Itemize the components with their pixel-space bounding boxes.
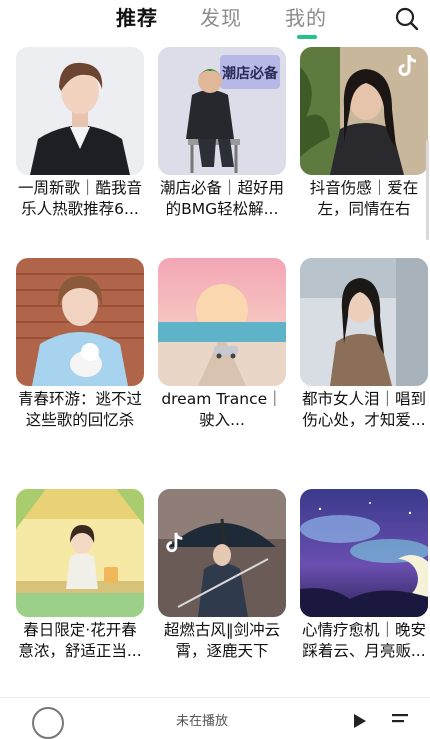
tab-mine[interactable]: 我的 — [285, 5, 327, 31]
tab-indicator — [297, 35, 317, 39]
playlist-icon[interactable] — [392, 712, 414, 726]
playlist-card[interactable]: 春日限定·花开春意浓，舒适正当... — [16, 489, 144, 662]
playlist-card[interactable]: 抖音伤感｜爱在左，同情在右 — [300, 47, 428, 220]
playlist-title: 都市女人泪｜唱到伤心处，才知爱... — [301, 390, 426, 429]
playlist-cover-image — [158, 258, 286, 386]
playlist-cover-image — [16, 258, 144, 386]
playlist-title: 一周新歌｜酷我音乐人热歌推荐6... — [17, 179, 142, 218]
playlist-card[interactable]: 超燃古风‖剑冲云霄，逐鹿天下 — [158, 489, 286, 662]
playlist-title: 春日限定·花开春意浓，舒适正当... — [18, 621, 142, 660]
playlist-title: 超燃古风‖剑冲云霄，逐鹿天下 — [163, 621, 281, 660]
playlist-cover-image — [300, 489, 428, 617]
playlist-card[interactable]: dream Trance｜驶入... — [158, 258, 286, 431]
playlist-title: 潮店必备｜超好用的BMG轻松解... — [159, 179, 284, 218]
playlist-title: 青春环游：逃不过这些歌的回忆杀 — [17, 390, 142, 429]
playlist-card[interactable]: 都市女人泪｜唱到伤心处，才知爱... — [300, 258, 428, 431]
playlist-title: 心情疗愈机｜晚安踩着云、月亮贩... — [301, 621, 426, 660]
playlist-card[interactable]: 潮店必备 潮店必备｜超好用的BMG轻松解... — [158, 47, 286, 220]
mini-player[interactable]: 未在播放 — [0, 697, 430, 739]
playlist-cover-image — [16, 47, 144, 175]
playlist-card[interactable]: 心情疗愈机｜晚安踩着云、月亮贩... — [300, 489, 428, 662]
tiktok-icon — [166, 532, 183, 553]
top-tab-bar: 推荐 发现 我的 — [0, 0, 430, 40]
cover-text: 潮店必备 — [222, 65, 279, 82]
playlist-card[interactable]: 一周新歌｜酷我音乐人热歌推荐6... — [16, 47, 144, 220]
play-icon[interactable] — [350, 712, 368, 730]
playlist-title: 抖音伤感｜爱在左，同情在右 — [309, 179, 419, 218]
search-icon — [395, 7, 419, 31]
playlist-cover-image — [16, 489, 144, 617]
tab-discover[interactable]: 发现 — [200, 5, 242, 31]
playlist-title: dream Trance｜驶入... — [161, 390, 283, 429]
tiktok-icon — [398, 54, 417, 76]
tab-recommend[interactable]: 推荐 — [116, 5, 158, 31]
playlist-cover-image — [300, 258, 428, 386]
playlist-cover-image — [158, 489, 286, 617]
playlist-card[interactable]: 青春环游：逃不过这些歌的回忆杀 — [16, 258, 144, 431]
search-button[interactable] — [394, 6, 420, 32]
playlist-cover-image: 潮店必备 — [158, 47, 286, 175]
playlist-cover-image — [300, 47, 428, 175]
album-disc-icon[interactable] — [32, 707, 64, 739]
scrollbar[interactable] — [426, 140, 429, 240]
